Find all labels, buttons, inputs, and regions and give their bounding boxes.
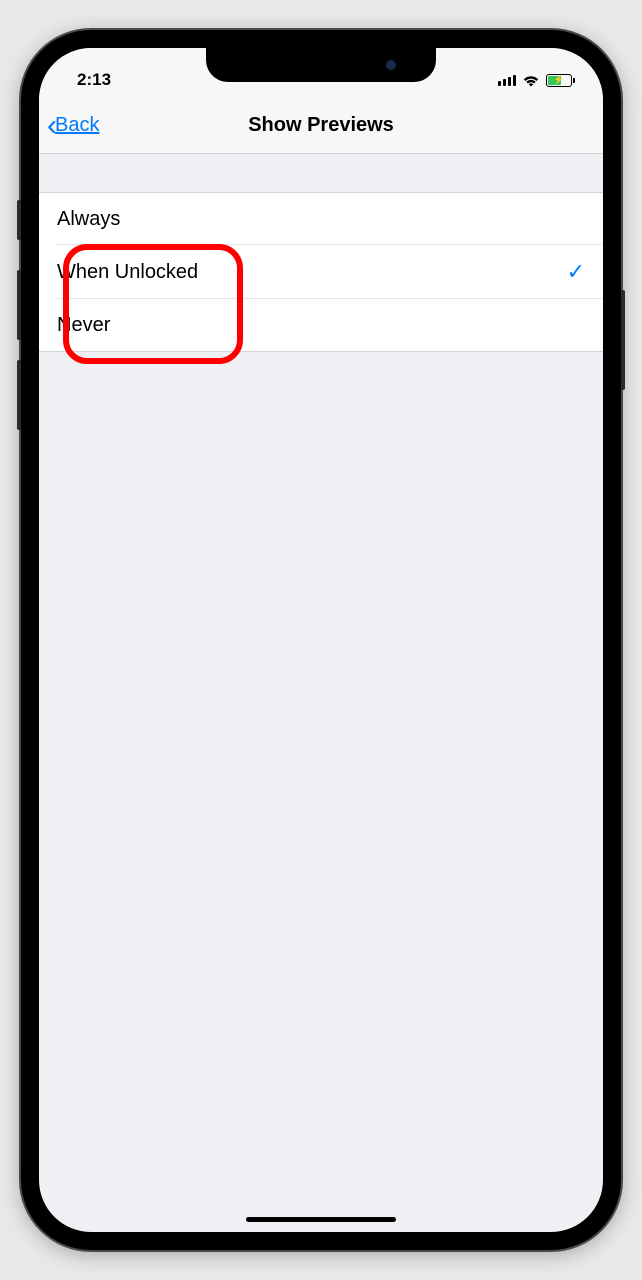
wifi-icon bbox=[522, 74, 540, 87]
checkmark-icon: ✓ bbox=[567, 259, 585, 285]
back-label: Back bbox=[55, 114, 99, 137]
option-when-unlocked[interactable]: When Unlocked ✓ bbox=[39, 245, 603, 299]
back-button[interactable]: ‹ Back bbox=[39, 109, 99, 143]
page-title: Show Previews bbox=[248, 114, 394, 137]
phone-frame: 2:13 ⚡ bbox=[21, 30, 621, 1250]
battery-icon: ⚡ bbox=[546, 74, 575, 87]
navigation-bar: ‹ Back Show Previews bbox=[39, 98, 603, 154]
option-label: Always bbox=[57, 208, 120, 231]
home-indicator[interactable] bbox=[246, 1217, 396, 1222]
option-label: When Unlocked bbox=[57, 261, 198, 284]
screen: 2:13 ⚡ bbox=[39, 48, 603, 1232]
camera-dot bbox=[386, 60, 396, 70]
option-always[interactable]: Always bbox=[39, 193, 603, 245]
volume-down-button bbox=[17, 360, 21, 430]
notch bbox=[206, 48, 436, 82]
option-label: Never bbox=[57, 314, 110, 337]
volume-up-button bbox=[17, 270, 21, 340]
option-never[interactable]: Never bbox=[39, 299, 603, 351]
status-time: 2:13 bbox=[77, 70, 111, 90]
options-list: Always When Unlocked ✓ Never bbox=[39, 192, 603, 352]
power-button bbox=[621, 290, 625, 390]
cellular-signal-icon bbox=[498, 74, 516, 86]
content-area: Always When Unlocked ✓ Never bbox=[39, 192, 603, 352]
mute-switch bbox=[17, 200, 21, 240]
status-icons: ⚡ bbox=[498, 74, 575, 87]
